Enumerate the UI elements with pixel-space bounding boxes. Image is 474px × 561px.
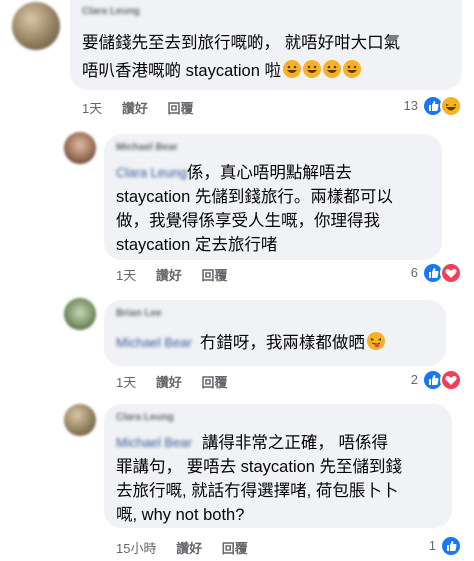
comment-text-line: 嘅, why not both?	[116, 506, 245, 524]
comment-time[interactable]: 1天	[116, 268, 136, 283]
reaction-count[interactable]: 2	[394, 372, 418, 387]
like-icon	[440, 535, 462, 557]
like-button[interactable]: 讚好	[156, 375, 182, 390]
comment-text-fragment: 唔叭香港嘅啲 staycation 啦	[82, 62, 281, 80]
reply-button[interactable]: 回覆	[222, 541, 248, 556]
mention-link[interactable]: Michael Bear	[116, 330, 192, 356]
comment-text-line: 要儲錢先至去到旅行嘅啲， 就唔好咁大口氣	[82, 34, 401, 52]
rofl-emoji	[302, 60, 321, 78]
comment-text-line: 做，我覺得係享受人生嘅，你理得我	[116, 212, 380, 230]
like-button[interactable]: 讚好	[156, 268, 182, 283]
comment-meta: 1天 讚好 回覆	[116, 372, 228, 391]
comment-time[interactable]: 1天	[82, 101, 102, 116]
comment-text-line: 唔叭香港嘅啲 staycation 啦	[82, 58, 361, 84]
avatar[interactable]	[12, 2, 60, 50]
comment-meta: 1天 讚好 回覆	[116, 265, 228, 284]
comment-author[interactable]: Brian Lee	[116, 308, 162, 319]
comment-text-line: 去旅行嘅, 就話冇得選擇啫, 荷包脹卜卜	[116, 482, 399, 500]
avatar[interactable]	[64, 298, 96, 330]
comment-bubble: Clara Leung Michael Bear 講得非常之正確， 唔係得 罪講句…	[104, 404, 452, 528]
comment-text-fragment: 講得非常之正確， 唔係得	[201, 434, 388, 452]
comment-bubble: Clara Leung 要儲錢先至去到旅行嘅啲， 就唔好咁大口氣 唔叭香港嘅啲 …	[70, 0, 462, 90]
avatar[interactable]	[64, 132, 96, 164]
love-icon	[440, 369, 462, 391]
comment-text-line: Michael Bear 冇錯呀，我兩樣都做晒	[116, 330, 385, 356]
rofl-emoji	[282, 60, 301, 78]
like-button[interactable]: 讚好	[122, 101, 148, 116]
comment-text-line: staycation 先儲到錢旅行。兩樣都可以	[116, 188, 393, 206]
haha-icon	[440, 95, 462, 117]
tongue-emoji	[366, 332, 385, 350]
reaction-count[interactable]: 13	[394, 98, 418, 113]
comment-meta: 15小時 讚好 回覆	[116, 538, 248, 557]
comment-author[interactable]: Michael Bear	[116, 142, 178, 153]
reply-button[interactable]: 回覆	[202, 375, 228, 390]
mention-link[interactable]: Clara Leung	[116, 160, 187, 186]
comment-text-line: Clara Leung係，真心唔明點解唔去	[116, 160, 352, 186]
like-button[interactable]: 讚好	[176, 541, 202, 556]
comment-text-line: staycation 定去旅行啫	[116, 236, 278, 254]
avatar[interactable]	[64, 404, 96, 436]
comment-author[interactable]: Clara Leung	[82, 6, 140, 17]
rofl-emoji	[322, 60, 341, 78]
comment-text-fragment: 係，真心唔明點解唔去	[186, 164, 352, 182]
reaction-count[interactable]: 6	[394, 265, 418, 280]
comment-text-fragment: 冇錯呀，我兩樣都做晒	[199, 334, 365, 352]
comment-text-line: 罪講句， 要唔去 staycation 先至儲到錢	[116, 458, 403, 476]
reaction-count[interactable]: 1	[412, 538, 436, 553]
comment-author[interactable]: Clara Leung	[116, 412, 174, 423]
love-icon	[440, 262, 462, 284]
mention-link[interactable]: Michael Bear	[116, 430, 192, 456]
reply-button[interactable]: 回覆	[168, 101, 194, 116]
comment-text-line: Michael Bear 講得非常之正確， 唔係得	[116, 430, 388, 456]
rofl-emoji	[342, 60, 361, 78]
comment-bubble: Michael Bear Clara Leung係，真心唔明點解唔去 stayc…	[104, 134, 442, 260]
comment-bubble: Brian Lee Michael Bear 冇錯呀，我兩樣都做晒	[104, 300, 446, 366]
reply-button[interactable]: 回覆	[202, 268, 228, 283]
comment-meta: 1天 讚好 回覆	[82, 98, 194, 117]
comment-time[interactable]: 15小時	[116, 541, 156, 556]
comment-time[interactable]: 1天	[116, 375, 136, 390]
